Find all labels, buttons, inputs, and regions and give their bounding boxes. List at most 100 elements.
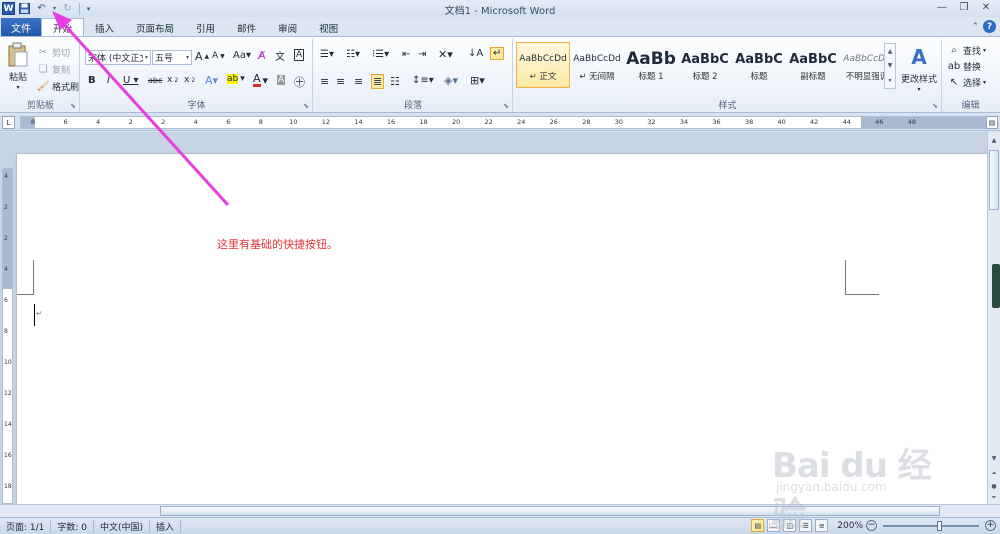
line-spacing-button[interactable]: ↕≡▾ [412,75,434,86]
vertical-scroll-thumb[interactable] [989,150,999,210]
copy-button[interactable]: ❏ 复制 [36,62,71,76]
chinese-layout-button[interactable]: ✕▾ [438,48,453,61]
replace-button[interactable]: ab 替换 [947,59,981,73]
increase-indent-button[interactable]: ⇥ [418,49,426,60]
word-count[interactable]: 字数: 0 [51,519,95,533]
chevron-up-icon[interactable]: ▲ [888,48,893,55]
format-painter-button[interactable]: 🖌 格式刷 [36,79,79,93]
next-page-icon[interactable]: ⏷ [988,492,1000,504]
paste-dropdown-icon[interactable]: ▾ [16,84,19,91]
language-indicator[interactable]: 中文(中国) [94,519,151,533]
highlight-button[interactable]: ab ▾ [227,74,245,84]
tab-review[interactable]: 审阅 [267,18,308,37]
page-count[interactable]: 页面: 1/1 [0,519,52,533]
shrink-font-button[interactable]: A ▼ [212,51,225,61]
multilevel-list-button[interactable]: ⁝☰▾ [372,49,389,60]
horizontal-ruler[interactable]: 8 6 4 2 2 4 6 8 10 12 14 16 18 20 22 24 26 28 30 32 34 36 38 40… [20,116,990,129]
tab-file[interactable]: 文件 [1,18,41,37]
character-border-button[interactable]: A [294,49,305,61]
minimize-ribbon-icon[interactable]: ⌃ [971,22,979,32]
draft-icon[interactable]: ≡ [815,519,829,532]
align-left-button[interactable]: ≡ [320,75,329,88]
styles-launcher-icon[interactable]: ⬊ [932,102,938,110]
redo-icon[interactable]: ↻ [60,2,75,16]
subscript-button[interactable]: x2 [167,75,178,85]
zoom-in-icon[interactable]: + [985,520,996,531]
font-color-button[interactable]: A ▾ [253,73,268,87]
bullets-button[interactable]: ☰▾ [320,49,334,60]
insert-mode[interactable]: 插入 [150,519,182,533]
font-launcher-icon[interactable]: ⬊ [303,102,309,110]
horizontal-scroll-thumb[interactable] [160,506,940,516]
distributed-button[interactable]: ☷ [390,75,400,88]
outline-icon[interactable]: ☰ [799,519,813,532]
shading-button[interactable]: ◈▾ [444,74,458,87]
style-heading-1[interactable]: AaBb 标题 1 [624,42,678,88]
change-case-button[interactable]: Aa▾ [233,50,251,61]
tab-selector-icon[interactable]: L [2,116,15,129]
previous-page-icon[interactable]: ⏶ [988,468,1000,480]
align-right-button[interactable]: ≡ [354,75,363,88]
print-layout-icon[interactable]: ▤ [751,519,765,532]
close-icon[interactable]: ✕ [976,1,996,14]
borders-button[interactable]: ⊞▾ [470,74,485,87]
tab-references[interactable]: 引用 [185,18,226,37]
enclose-characters-button[interactable]: ㊉ [294,74,305,90]
sort-button[interactable]: ↓A [468,48,483,59]
clipboard-launcher-icon[interactable]: ⬊ [70,102,76,110]
zoom-slider-knob[interactable] [937,520,942,531]
tab-view[interactable]: 视图 [308,18,349,37]
align-center-button[interactable]: ≡ [336,75,345,88]
vertical-scrollbar[interactable]: ▲ ▼ ⏶ ● ⏷ [987,132,1000,504]
full-screen-reading-icon[interactable]: 📖 [767,519,781,532]
customize-qat-icon[interactable]: ▾ [84,2,93,16]
restore-icon[interactable]: ❐ [954,1,974,14]
show-marks-button[interactable]: ↵ [490,47,505,60]
italic-button[interactable]: I [107,75,110,86]
tab-page-layout[interactable]: 页面布局 [125,18,185,37]
style-no-spacing[interactable]: AaBbCcDd ↵ 无间隔 [570,42,624,88]
clear-formatting-button[interactable]: A̸ [258,49,266,62]
undo-icon[interactable]: ↶ [34,2,49,16]
style-heading-2[interactable]: AaBbC 标题 2 [678,42,732,88]
styles-gallery-scroll[interactable]: ▲ ▼ ▾ [884,43,896,89]
scroll-up-icon[interactable]: ▲ [988,134,1000,146]
select-button[interactable]: ↖ 选择 ▾ [947,75,986,89]
find-button[interactable]: ⌕ 查找 ▾ [947,43,986,57]
change-styles-button[interactable]: A 更改样式 ▾ [899,43,939,93]
web-layout-icon[interactable]: ◫ [783,519,797,532]
paragraph-launcher-icon[interactable]: ⬊ [503,102,509,110]
character-shading-button[interactable]: A [277,75,286,85]
side-panel-tab[interactable] [992,264,1000,308]
help-icon[interactable]: ? [983,20,996,33]
phonetic-guide-button[interactable]: 文 [275,48,285,63]
zoom-out-icon[interactable]: − [866,520,877,531]
style-normal[interactable]: AaBbCcDd ↵ 正文 [516,42,570,88]
view-ruler-icon[interactable]: ▤ [986,116,998,129]
tab-mailings[interactable]: 邮件 [226,18,267,37]
document-page[interactable]: ↵ 这里有基础的快捷按钮。 [17,154,987,504]
justify-button[interactable]: ≣ [371,74,385,89]
style-subtitle[interactable]: AaBbC 副标题 [786,42,840,88]
paste-button[interactable]: 粘贴 ▾ [5,41,31,91]
zoom-slider[interactable] [883,520,979,531]
underline-button[interactable]: U ▾ [123,75,139,86]
minimize-icon[interactable]: — [932,1,952,14]
style-title[interactable]: AaBbC 标题 [732,42,786,88]
numbering-button[interactable]: ☷▾ [346,49,360,60]
zoom-level[interactable]: 200% [837,521,863,531]
superscript-button[interactable]: x2 [184,75,195,85]
tab-home[interactable]: 开始 [41,18,85,37]
font-family-combo[interactable]: 宋体 (中文正文) ▾ [85,50,151,65]
cut-button[interactable]: ✂ 剪切 [36,45,70,59]
scroll-down-icon[interactable]: ▼ [988,452,1000,464]
text-effects-button[interactable]: A▾ [205,74,218,87]
undo-dropdown-icon[interactable]: ▾ [51,2,58,16]
bold-button[interactable]: B [88,75,96,86]
word-app-icon[interactable]: W [2,2,15,15]
more-styles-icon[interactable]: ▾ [888,77,891,84]
tab-insert[interactable]: 插入 [84,18,125,37]
font-size-combo[interactable]: 五号 ▾ [152,50,192,65]
save-icon[interactable] [17,2,32,16]
decrease-indent-button[interactable]: ⇤ [402,49,410,60]
